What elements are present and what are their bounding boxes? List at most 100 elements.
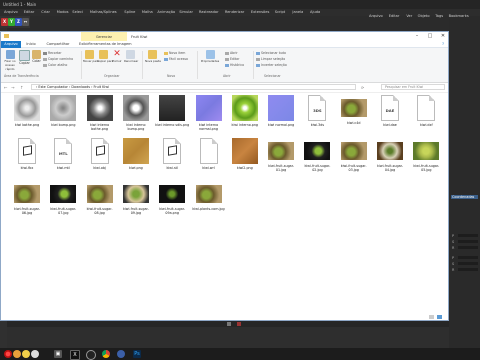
file-item[interactable]: kiwi-fruit-sugar-02.jpg xyxy=(299,138,335,172)
start-icon[interactable] xyxy=(4,350,12,358)
back-icon[interactable]: ← xyxy=(4,85,8,90)
select-all-button[interactable]: Selecionar tudo xyxy=(256,51,286,56)
c4d-menu-item[interactable]: Modos xyxy=(57,10,69,14)
c4d-menu-item[interactable]: Janela xyxy=(292,10,303,14)
file-item[interactable]: kiwi.stl xyxy=(154,138,190,170)
file-item[interactable]: kiwi-fruit-sugar-01.jpg xyxy=(263,138,299,172)
c4d-menu-item[interactable]: Renderizar xyxy=(225,10,244,14)
close-button[interactable]: ✕ xyxy=(437,33,448,40)
open-button[interactable]: Abrir xyxy=(225,51,238,56)
tab-image-tools[interactable]: Ferramentas de Imagem xyxy=(85,41,135,48)
paste-shortcut-button[interactable]: Colar atalho xyxy=(43,63,67,68)
coord-p-field[interactable] xyxy=(458,234,478,237)
forward-icon[interactable]: → xyxy=(11,85,15,90)
easy-access-button[interactable]: Fácil acesso xyxy=(164,57,188,62)
edit-button[interactable]: Editar xyxy=(225,57,239,62)
c4d-menu-item[interactable]: Arquivo xyxy=(4,10,18,14)
cinema4d-icon[interactable] xyxy=(117,350,125,358)
photoshop-icon[interactable]: Ps xyxy=(133,350,141,358)
new-folder-button[interactable]: Nova pasta xyxy=(145,50,161,63)
object-manager-menu-item[interactable]: Objeto xyxy=(418,14,430,18)
up-icon[interactable]: ↑ xyxy=(20,85,24,90)
c4d-menu-item[interactable]: Rastreador xyxy=(199,10,219,14)
object-manager-menu-item[interactable]: Ver xyxy=(406,14,412,18)
tab-home[interactable]: Início xyxy=(23,41,39,48)
refresh-icon[interactable]: ⟳ xyxy=(361,85,364,90)
invert-selection-button[interactable]: Inverter seleção xyxy=(256,63,287,68)
c4d-menu-item[interactable]: Malha xyxy=(142,10,153,14)
file-item[interactable]: kiwi.fbx xyxy=(9,138,45,170)
new-item-button[interactable]: Novo item xyxy=(164,51,185,56)
file-item[interactable]: kiwi-fruit-sugar-08.jpg xyxy=(82,181,118,215)
c4d-menu-item[interactable]: Editar xyxy=(24,10,35,14)
app-icon-a[interactable] xyxy=(13,350,21,358)
c4d-menu-item[interactable]: Extensões xyxy=(251,10,269,14)
file-item[interactable]: kiwi.dxf xyxy=(408,95,444,127)
object-manager-menu-item[interactable]: Arquivo xyxy=(369,14,383,18)
file-item[interactable]: kiwi.wrl xyxy=(191,138,227,170)
copy-to-button[interactable]: Copiar para xyxy=(97,50,113,63)
file-item[interactable]: kiwi-fruit-sugar-03.jpg xyxy=(336,138,372,172)
play-icon[interactable] xyxy=(227,322,231,326)
file-item[interactable]: kiwi.c4d xyxy=(336,95,372,125)
help-icon[interactable]: ? xyxy=(439,41,447,48)
c4d-menu-item[interactable]: Simular xyxy=(179,10,193,14)
c4d-menu-item[interactable]: Animação xyxy=(157,10,175,14)
object-manager-menu-item[interactable]: Editar xyxy=(389,14,400,18)
file-item[interactable]: kiwi-fruit-sugar-09a.png xyxy=(154,181,190,215)
record-icon[interactable] xyxy=(237,322,241,326)
file-item[interactable]: kiwi interno sdis.png xyxy=(154,95,190,127)
chrome-icon[interactable] xyxy=(102,350,110,358)
cut-button[interactable]: Recortar xyxy=(43,51,62,56)
history-button[interactable]: Histórico xyxy=(225,63,244,68)
file-item[interactable]: kiwi bump.png xyxy=(45,95,81,127)
file-item[interactable]: 3DS kiwi.3ds xyxy=(299,95,335,127)
file-item[interactable]: kiwi-plants-com.jpg xyxy=(191,181,227,211)
context-tab-manage[interactable]: Gerenciar xyxy=(81,32,127,41)
tab-share[interactable]: Compartilhar xyxy=(41,41,75,48)
coord-icon[interactable]: ↔ xyxy=(22,18,29,26)
object-manager-menu-item[interactable]: Tags xyxy=(435,14,443,18)
c4d-menu-item[interactable]: Spline xyxy=(124,10,135,14)
file-item[interactable]: kiwi interno.png xyxy=(227,95,263,127)
file-item[interactable]: kiwi interno normal.png xyxy=(191,95,227,131)
address-bar[interactable]: › Este Computador › Downloads › Fruit Ki… xyxy=(31,84,356,90)
z-axis-icon[interactable]: Z xyxy=(15,18,22,26)
file-item[interactable]: kiwi normal.png xyxy=(263,95,299,127)
file-item[interactable]: kiwi interno bump.png xyxy=(118,95,154,131)
large-icons-view-icon[interactable] xyxy=(437,315,442,319)
copy-button[interactable]: Copiar xyxy=(19,50,30,65)
tab-file[interactable]: Arquivo xyxy=(1,41,21,48)
search-input[interactable]: Pesquisar em Fruit Kiwi xyxy=(381,84,445,90)
c4d-menu-item[interactable]: Ajuda xyxy=(310,10,320,14)
file-item[interactable]: DAE kiwi.dae xyxy=(372,95,408,127)
move-to-button[interactable]: Mover para xyxy=(83,50,99,63)
coord-s-field[interactable] xyxy=(458,240,478,243)
select-none-button[interactable]: Limpar seleção xyxy=(256,57,285,62)
pin-button[interactable]: Fixar no Acesso rápido xyxy=(2,50,18,71)
folder-icon[interactable] xyxy=(4,34,9,38)
file-item[interactable]: kiwi2.png xyxy=(227,138,263,170)
x-icon[interactable]: X xyxy=(70,350,80,360)
copy-path-button[interactable]: Copiar caminho xyxy=(43,57,73,62)
c4d-menu-item[interactable]: Criar xyxy=(41,10,50,14)
coord-r-field[interactable] xyxy=(458,246,478,249)
file-item[interactable]: kiwi-fruit-sugar-05.jpg xyxy=(408,138,444,172)
file-item[interactable]: kiwi-fruit-sugar-06.jpg xyxy=(9,181,45,215)
coord-p2-field[interactable] xyxy=(458,256,478,259)
coord-r2-field[interactable] xyxy=(458,268,478,271)
paste-button[interactable]: Colar xyxy=(31,50,42,63)
file-item[interactable]: kiwi.obj xyxy=(82,138,118,170)
y-axis-icon[interactable]: Y xyxy=(8,18,15,26)
app-icon-c[interactable] xyxy=(31,350,39,358)
c4d-menu-item[interactable]: Script xyxy=(275,10,285,14)
delete-button[interactable]: ✕ Excluir xyxy=(111,50,123,64)
properties-button[interactable]: Propriedades xyxy=(199,50,221,63)
rename-button[interactable]: Renomear xyxy=(124,50,138,63)
details-view-icon[interactable] xyxy=(429,315,434,319)
file-item[interactable]: kiwi interno bothe.png xyxy=(82,95,118,131)
file-item[interactable]: kiwi-fruit-sugar-07.jpg xyxy=(45,181,81,215)
file-item[interactable]: kiwi-fruit-sugar-04.jpg xyxy=(372,138,408,172)
c4d-menu-item[interactable]: Seleci xyxy=(72,10,83,14)
x-axis-icon[interactable]: X xyxy=(1,18,8,26)
